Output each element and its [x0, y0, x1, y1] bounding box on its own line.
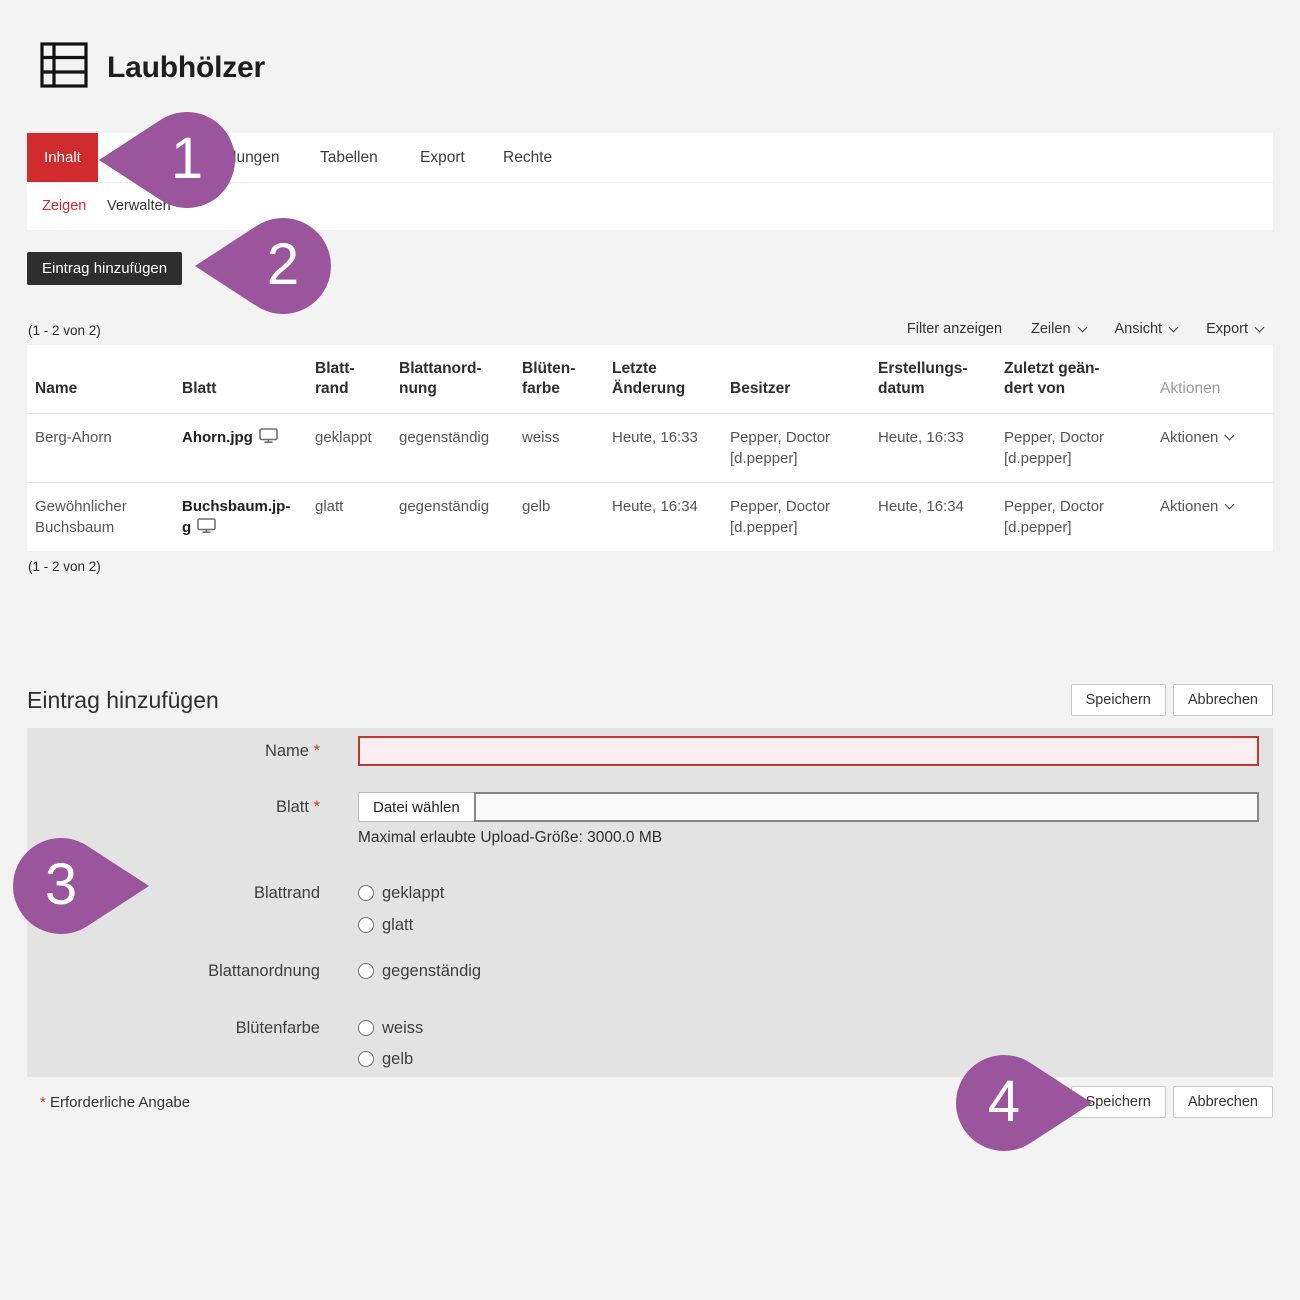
- cell-bluetenfarbe: weiss: [522, 413, 612, 482]
- col-erstellungsdatum: Erstellungs-datum: [878, 345, 1004, 413]
- cell-besitzer: Pepper, Doctor[d.pepper]: [730, 413, 878, 482]
- radio-button[interactable]: [358, 917, 374, 933]
- col-letzte-aenderung: LetzteÄnderung: [612, 345, 730, 413]
- table-icon: [40, 42, 88, 93]
- blatt-field-label: Blatt *: [27, 793, 320, 821]
- form-header: Eintrag hinzufügen Speichern Abbrechen: [27, 684, 1273, 716]
- tab-partially-hidden[interactable]: lungen: [233, 133, 280, 182]
- cell-name: Gewöhnlicher Buchsbaum: [27, 482, 182, 551]
- row-actions-dropdown[interactable]: Aktionen: [1160, 482, 1273, 551]
- marker-number: 4: [956, 1055, 1052, 1151]
- cell-file: Buchsbaum.jp- g: [182, 482, 315, 551]
- required-note: * Erforderliche Angabe: [40, 1094, 190, 1111]
- cancel-button-bottom[interactable]: Abbrechen: [1173, 1086, 1273, 1118]
- cell-geaendert-von: Pepper, Doctor[d.pepper]: [1004, 413, 1160, 482]
- annotation-marker-2: 2: [195, 218, 331, 314]
- bluetenfarbe-group-label: Blütenfarbe: [27, 1015, 320, 1041]
- col-name: Name: [27, 345, 182, 413]
- col-zuletzt-geaendert: Zuletzt geän-dert von: [1004, 345, 1160, 413]
- export-dropdown[interactable]: Export: [1206, 321, 1263, 337]
- cell-blattanordnung: gegenständig: [399, 482, 522, 551]
- radio-option-gelb: gelb: [358, 1046, 413, 1072]
- pagination-info-bottom: (1 - 2 von 2): [28, 559, 101, 574]
- subtab-zeigen[interactable]: Zeigen: [42, 182, 86, 230]
- list-toolbar: Filter anzeigen Zeilen Ansicht Export: [907, 321, 1263, 337]
- chevron-down-icon: [1169, 323, 1179, 333]
- tab-rechte[interactable]: Rechte: [503, 133, 552, 182]
- radio-option-geklappt: geklappt: [358, 880, 444, 906]
- choose-file-button[interactable]: Datei wählen: [358, 792, 475, 822]
- name-input[interactable]: [358, 736, 1259, 766]
- cell-letzte-aenderung: Heute, 16:33: [612, 413, 730, 482]
- page-title: Laubhölzer: [107, 51, 265, 85]
- annotation-marker-1: 1: [99, 112, 235, 208]
- col-blattrand: Blatt-rand: [315, 345, 399, 413]
- monitor-icon[interactable]: [197, 518, 216, 534]
- view-dropdown[interactable]: Ansicht: [1115, 321, 1178, 337]
- required-asterisk: *: [314, 798, 320, 816]
- col-blattanordnung: Blattanord-nung: [399, 345, 522, 413]
- tab-inhalt[interactable]: Inhalt: [27, 133, 98, 182]
- chevron-down-icon: [1255, 323, 1265, 333]
- cell-blattanordnung: gegenständig: [399, 413, 522, 482]
- cancel-button-top[interactable]: Abbrechen: [1173, 684, 1273, 716]
- table-header-row: Name Blatt Blatt-rand Blattanord-nung Bl…: [27, 345, 1273, 413]
- col-aktionen: Aktionen: [1160, 345, 1273, 413]
- page: { "header": { "title": "Laubhölzer" }, "…: [0, 0, 1300, 1300]
- cell-blattrand: geklappt: [315, 413, 399, 482]
- chevron-down-icon: [1225, 430, 1235, 440]
- monitor-icon[interactable]: [259, 428, 278, 444]
- required-asterisk: *: [40, 1094, 46, 1111]
- name-field-label: Name *: [27, 737, 320, 765]
- required-asterisk: *: [314, 742, 320, 760]
- cell-bluetenfarbe: gelb: [522, 482, 612, 551]
- cell-erstellungsdatum: Heute, 16:33: [878, 413, 1004, 482]
- chevron-down-icon: [1077, 323, 1087, 333]
- radio-option-weiss: weiss: [358, 1015, 423, 1041]
- filter-link[interactable]: Filter anzeigen: [907, 321, 1002, 337]
- col-bluetenfarbe: Blüten-farbe: [522, 345, 612, 413]
- col-besitzer: Besitzer: [730, 345, 878, 413]
- radio-option-gegenstaendig: gegenständig: [358, 958, 481, 984]
- pagination-info-top: (1 - 2 von 2): [28, 323, 101, 338]
- radio-button[interactable]: [358, 1051, 374, 1067]
- chevron-down-icon: [1225, 499, 1235, 509]
- cell-blattrand: glatt: [315, 482, 399, 551]
- entries-table: Name Blatt Blatt-rand Blattanord-nung Bl…: [27, 345, 1273, 551]
- add-entry-button[interactable]: Eintrag hinzufügen: [27, 252, 182, 285]
- app-header: Laubhölzer: [40, 42, 265, 93]
- cell-letzte-aenderung: Heute, 16:34: [612, 482, 730, 551]
- upload-size-hint: Maximal erlaubte Upload-Größe: 3000.0 MB: [358, 829, 662, 847]
- rows-dropdown[interactable]: Zeilen: [1031, 321, 1086, 337]
- annotation-marker-4: 4: [956, 1055, 1092, 1151]
- col-blatt: Blatt: [182, 345, 315, 413]
- cell-besitzer: Pepper, Doctor[d.pepper]: [730, 482, 878, 551]
- radio-button[interactable]: [358, 1020, 374, 1036]
- marker-number: 3: [13, 838, 109, 934]
- tab-tabellen[interactable]: Tabellen: [320, 133, 378, 182]
- annotation-marker-3: 3: [13, 838, 149, 934]
- cell-geaendert-von: Pepper, Doctor[d.pepper]: [1004, 482, 1160, 551]
- file-name-display[interactable]: [474, 792, 1259, 822]
- blattanordnung-group-label: Blattanordnung: [27, 958, 320, 984]
- marker-number: 2: [235, 218, 331, 314]
- row-actions-dropdown[interactable]: Aktionen: [1160, 413, 1273, 482]
- table-row: Berg-Ahorn Ahorn.jpg geklappt gegenständ…: [27, 413, 1273, 482]
- save-button-top[interactable]: Speichern: [1071, 684, 1166, 716]
- add-entry-form: Name * Blatt * Datei wählen Maximal erla…: [27, 728, 1273, 1077]
- file-upload-control: Datei wählen: [358, 792, 1259, 822]
- cell-file: Ahorn.jpg: [182, 413, 315, 482]
- marker-number: 1: [139, 112, 235, 208]
- cell-erstellungsdatum: Heute, 16:34: [878, 482, 1004, 551]
- table-row: Gewöhnlicher Buchsbaum Buchsbaum.jp- g g…: [27, 482, 1273, 551]
- cell-name: Berg-Ahorn: [27, 413, 182, 482]
- radio-button[interactable]: [358, 963, 374, 979]
- radio-option-glatt: glatt: [358, 912, 413, 938]
- radio-button[interactable]: [358, 885, 374, 901]
- form-title: Eintrag hinzufügen: [27, 687, 219, 714]
- tab-export[interactable]: Export: [420, 133, 465, 182]
